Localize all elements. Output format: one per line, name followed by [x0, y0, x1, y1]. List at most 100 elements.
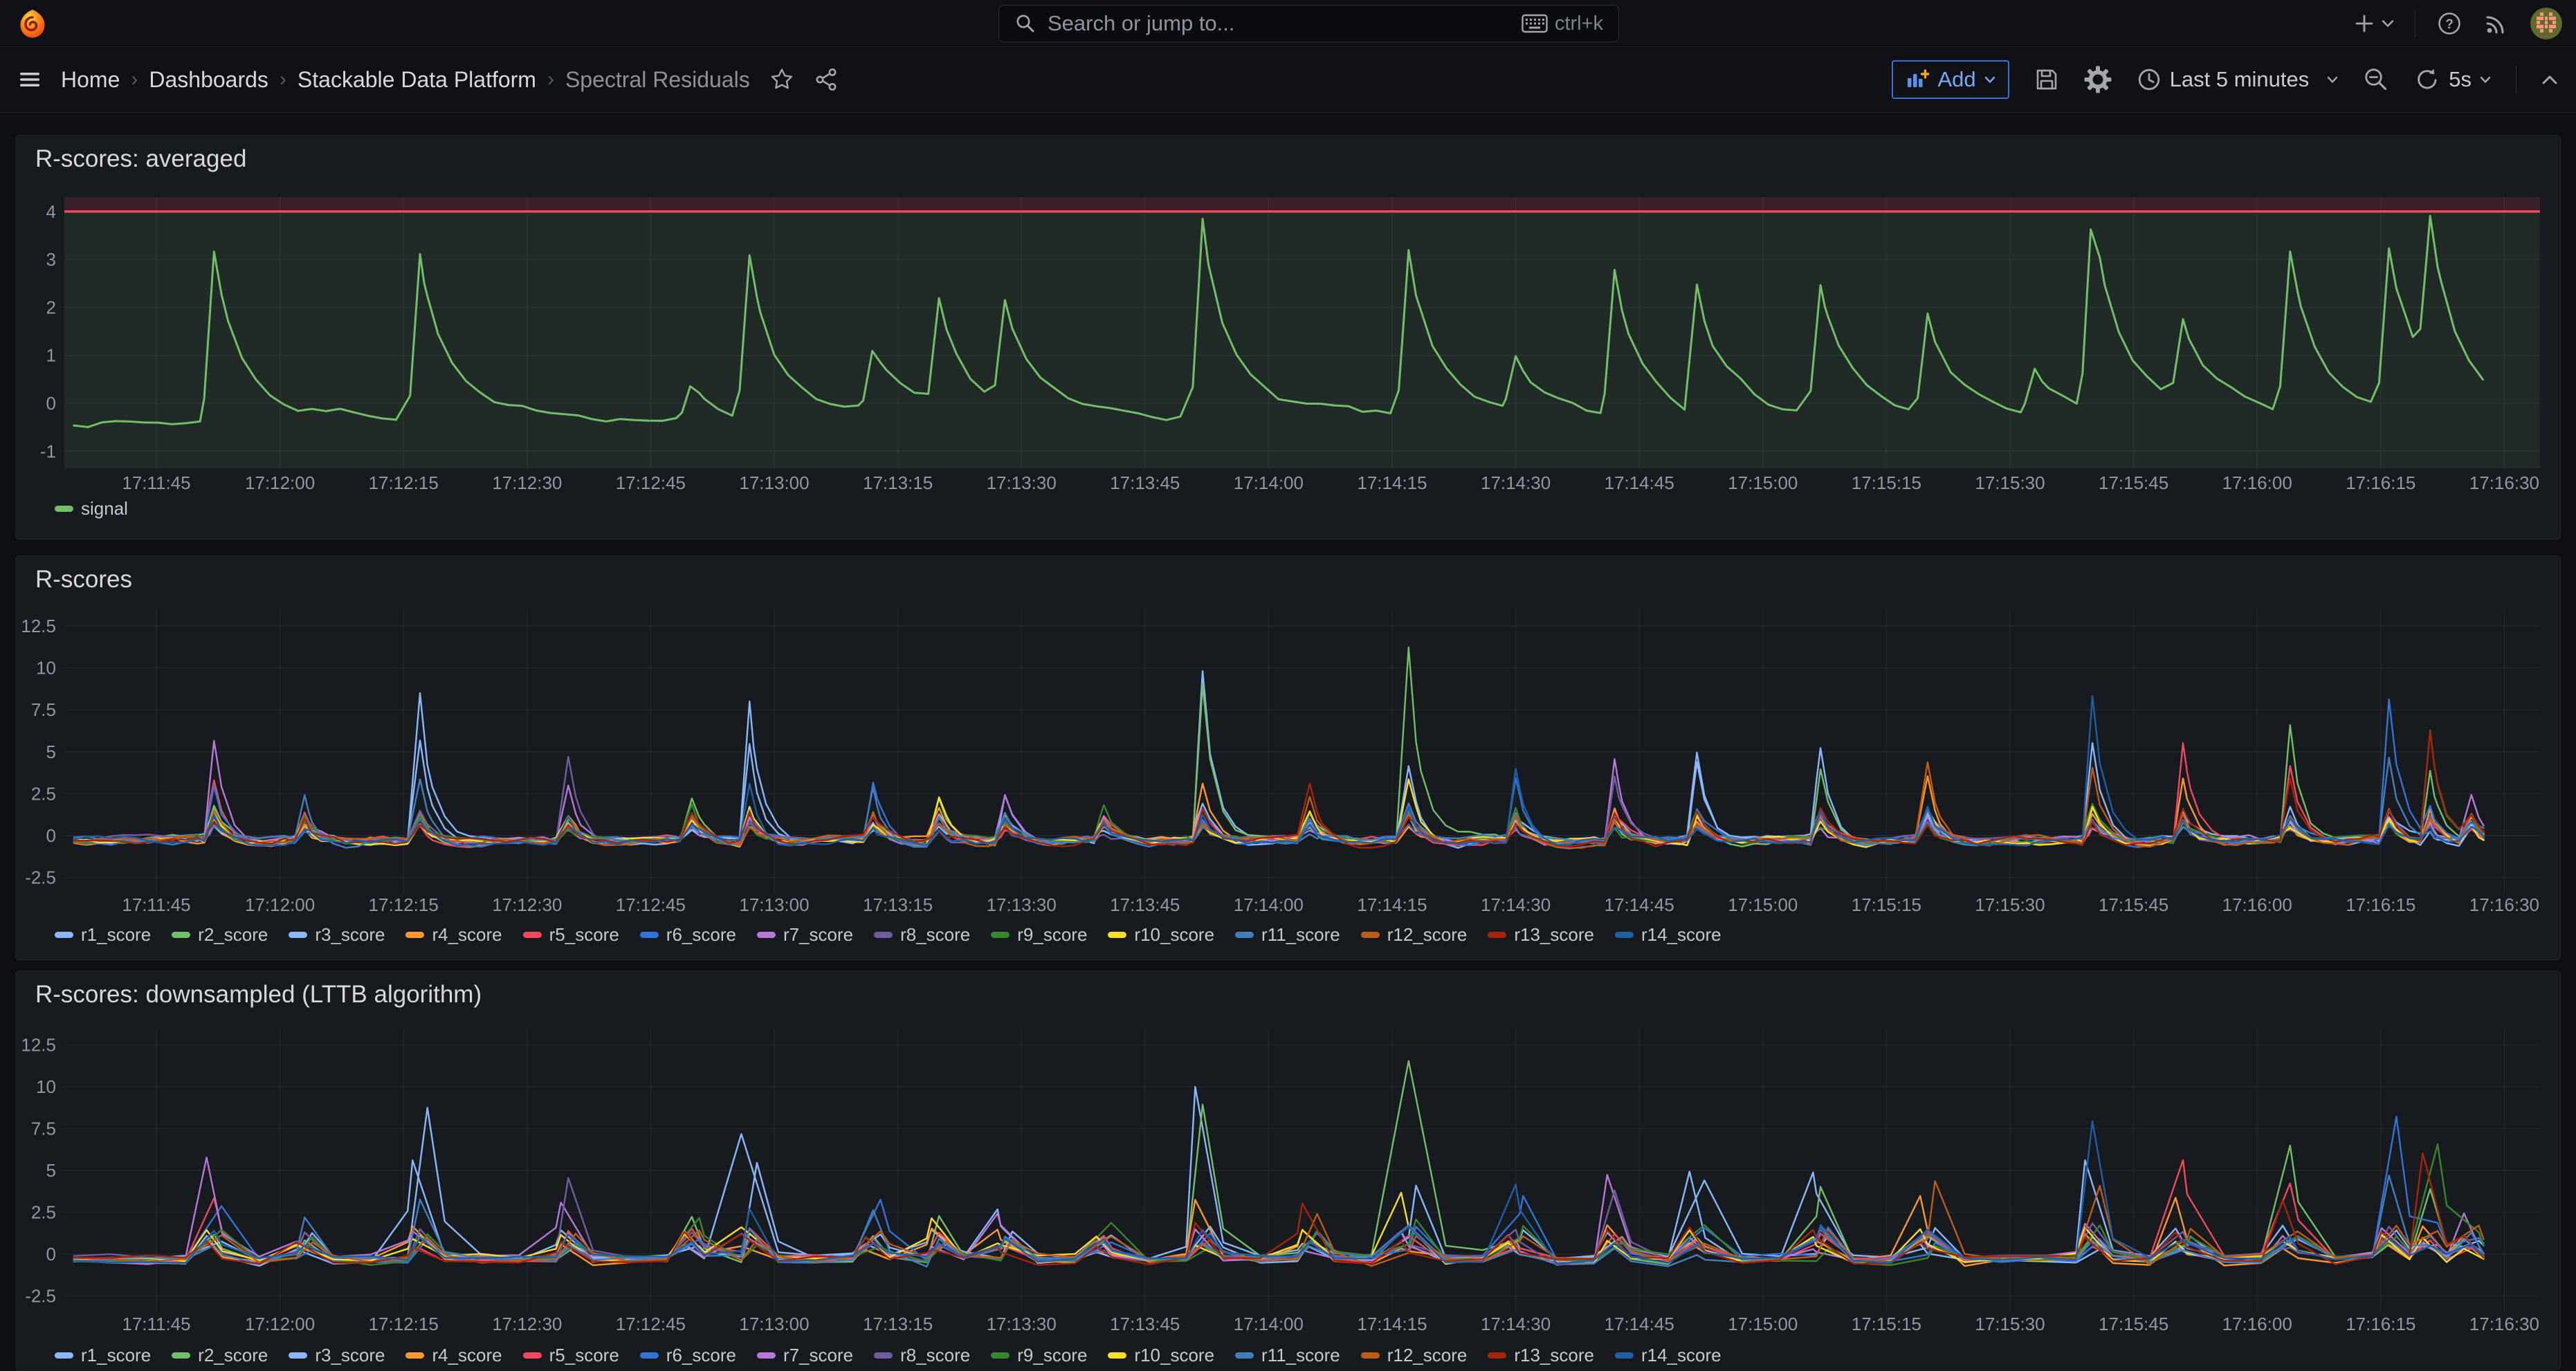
legend-item-r14_score[interactable]: r14_score — [1615, 924, 1721, 946]
legend-item-r7_score[interactable]: r7_score — [757, 924, 853, 946]
y-axis-label: 10 — [36, 658, 56, 679]
timeseries-plot[interactable]: 17:11:4517:12:0017:12:1517:12:3017:12:45… — [16, 556, 2561, 961]
refresh-picker[interactable]: 5s — [2414, 66, 2491, 93]
x-axis-label: 17:15:30 — [1975, 1314, 2045, 1334]
legend-item-r1_score[interactable]: r1_score — [55, 1345, 151, 1366]
x-axis-label: 17:13:45 — [1110, 1314, 1180, 1334]
y-axis-label: 4 — [46, 201, 56, 222]
series-line-r6_score — [74, 1116, 2484, 1262]
legend-label: r10_score — [1134, 1345, 1214, 1366]
legend-item-r8_score[interactable]: r8_score — [874, 1345, 970, 1366]
panel-rscores-downsampled[interactable]: R-scores: downsampled (LTTB algorithm) 1… — [15, 970, 2561, 1370]
news-icon[interactable] — [2483, 10, 2510, 37]
legend-label: r8_score — [900, 1345, 970, 1366]
legend-swatch — [405, 1352, 424, 1359]
menu-icon[interactable] — [18, 68, 42, 91]
legend-label: r6_score — [666, 924, 736, 946]
legend-swatch — [523, 932, 542, 938]
y-axis-label: -1 — [40, 441, 56, 461]
x-axis-label: 17:14:00 — [1234, 894, 1304, 915]
legend-item-r9_score[interactable]: r9_score — [991, 924, 1087, 946]
legend-item-r8_score[interactable]: r8_score — [874, 924, 970, 946]
y-axis-label: 7.5 — [31, 1119, 56, 1139]
legend-item-r2_score[interactable]: r2_score — [172, 1345, 268, 1366]
help-icon[interactable]: ? — [2436, 10, 2463, 37]
x-axis-label: 17:15:30 — [1975, 472, 2045, 493]
timeseries-plot[interactable]: 17:11:4517:12:0017:12:1517:12:3017:12:45… — [16, 971, 2561, 1371]
legend-item-r4_score[interactable]: r4_score — [405, 924, 502, 946]
legend-item-r7_score[interactable]: r7_score — [757, 1345, 853, 1366]
legend-swatch — [172, 932, 190, 938]
x-axis-label: 17:14:15 — [1357, 1314, 1427, 1334]
x-axis-label: 17:13:45 — [1110, 472, 1180, 493]
legend-swatch — [289, 932, 307, 938]
legend-label: r9_score — [1017, 924, 1087, 946]
legend-item-r9_score[interactable]: r9_score — [991, 1345, 1087, 1366]
zoom-out-icon[interactable] — [2363, 66, 2389, 93]
new-menu-button[interactable] — [2354, 13, 2394, 34]
collapse-icon[interactable] — [2541, 75, 2558, 85]
search-placeholder: Search or jump to... — [1048, 11, 1510, 36]
legend-item-r12_score[interactable]: r12_score — [1361, 924, 1468, 946]
legend-item-r10_score[interactable]: r10_score — [1108, 1345, 1214, 1366]
panel-rscores-averaged[interactable]: R-scores: averaged 17:11:4517:12:0017:12… — [15, 135, 2561, 540]
legend-item-r12_score[interactable]: r12_score — [1361, 1345, 1468, 1366]
x-axis-label: 17:12:00 — [245, 894, 315, 915]
series-line-r1_score — [74, 1087, 2484, 1266]
x-axis-label: 17:12:30 — [492, 894, 562, 915]
legend-item-r4_score[interactable]: r4_score — [405, 1345, 502, 1366]
legend-item-r5_score[interactable]: r5_score — [523, 924, 619, 946]
x-axis-label: 17:12:30 — [492, 1314, 562, 1334]
avatar[interactable] — [2530, 8, 2562, 39]
x-axis-label: 17:16:30 — [2469, 1314, 2539, 1334]
legend-swatch — [1615, 1352, 1634, 1359]
legend-label: r13_score — [1514, 1345, 1594, 1366]
x-axis-label: 17:14:00 — [1234, 472, 1304, 493]
grafana-logo[interactable] — [17, 8, 48, 39]
x-axis-label: 17:15:00 — [1728, 894, 1798, 915]
gear-icon[interactable] — [2084, 66, 2112, 93]
legend-item-r3_score[interactable]: r3_score — [289, 1345, 385, 1366]
legend-item-r10_score[interactable]: r10_score — [1108, 924, 1214, 946]
breadcrumb-home[interactable]: Home — [61, 67, 120, 93]
legend-item-r13_score[interactable]: r13_score — [1488, 924, 1594, 946]
panel-rscores[interactable]: R-scores 17:11:4517:12:0017:12:1517:12:3… — [15, 555, 2561, 960]
legend-item-r6_score[interactable]: r6_score — [640, 1345, 736, 1366]
legend-label: r2_score — [198, 924, 268, 946]
time-range-picker[interactable]: Last 5 minutes — [2137, 67, 2339, 92]
add-button[interactable]: Add — [1892, 60, 2009, 99]
chevron-down-icon — [2480, 76, 2491, 84]
legend-item-r11_score[interactable]: r11_score — [1235, 924, 1340, 946]
add-button-label: Add — [1937, 67, 1975, 92]
x-axis-label: 17:16:00 — [2222, 894, 2292, 915]
y-axis-label: 0 — [46, 1244, 56, 1264]
legend-label: r1_score — [81, 924, 151, 946]
search-input[interactable]: Search or jump to... ctrl+k — [998, 5, 1619, 42]
series-line-r2_score — [74, 647, 2484, 847]
breadcrumb-dashboards[interactable]: Dashboards — [149, 67, 268, 93]
legend-item-signal[interactable]: signal — [55, 498, 128, 519]
chevron-down-icon — [2327, 76, 2338, 84]
legend-item-r2_score[interactable]: r2_score — [172, 924, 268, 946]
legend-item-r1_score[interactable]: r1_score — [55, 924, 151, 946]
legend-item-r3_score[interactable]: r3_score — [289, 924, 385, 946]
legend-item-r6_score[interactable]: r6_score — [640, 924, 736, 946]
save-icon[interactable] — [2034, 67, 2059, 92]
legend-swatch — [1108, 1352, 1126, 1359]
y-axis-label: 12.5 — [21, 616, 56, 636]
x-axis-label: 17:12:15 — [369, 1314, 439, 1334]
legend-swatch — [991, 932, 1010, 938]
y-axis-label: 5 — [46, 742, 56, 762]
legend-label: r12_score — [1387, 924, 1468, 946]
x-axis-label: 17:15:45 — [2099, 1314, 2168, 1334]
legend-item-r13_score[interactable]: r13_score — [1488, 1345, 1594, 1366]
legend-item-r11_score[interactable]: r11_score — [1235, 1345, 1340, 1366]
legend-item-r5_score[interactable]: r5_score — [523, 1345, 619, 1366]
star-icon[interactable] — [769, 67, 794, 92]
share-icon[interactable] — [814, 67, 839, 92]
plus-icon — [2354, 13, 2375, 34]
x-axis-label: 17:15:00 — [1728, 472, 1798, 493]
timeseries-plot[interactable]: 17:11:4517:12:0017:12:1517:12:3017:12:45… — [16, 136, 2561, 540]
legend-item-r14_score[interactable]: r14_score — [1615, 1345, 1721, 1366]
breadcrumb-folder[interactable]: Stackable Data Platform — [298, 67, 536, 93]
